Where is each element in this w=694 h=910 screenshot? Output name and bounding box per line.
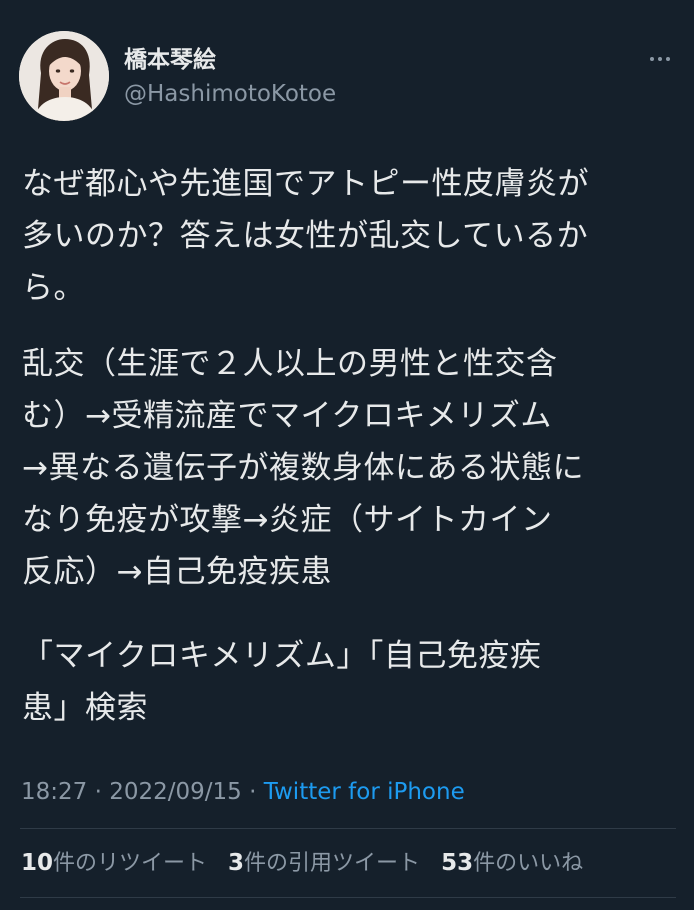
divider [20,828,676,829]
likes-stat[interactable]: 53件のいいね [441,850,584,876]
more-horizontal-icon-dot [666,57,670,61]
likes-label: 件のいいね [473,851,584,876]
display-name[interactable]: 橋本琴絵 [124,45,216,75]
user-handle[interactable]: @HashimotoKotoe [124,79,336,109]
retweets-label: 件のリツイート [53,851,208,876]
divider [20,897,676,898]
avatar[interactable] [19,31,109,121]
meta-separator: · [87,779,110,805]
quotes-count: 3 [228,850,245,876]
retweets-stat[interactable]: 10件のリツイート [21,850,208,876]
tweet-date[interactable]: 2022/09/15 [109,779,242,805]
meta-separator: · [241,779,264,805]
tweet-text-paragraph: なぜ都心や先進国でアトピー性皮膚炎が 多いのか？答えは女性が乱交しているか ら。 [22,166,589,306]
retweets-count: 10 [21,850,54,876]
tweet-time[interactable]: 18:27 [21,779,87,805]
quotes-label: 件の引用ツイート [244,851,421,876]
more-options-button[interactable] [644,46,676,72]
likes-count: 53 [441,850,474,876]
tweet-text-paragraph: 「マイクロキメリズム」「自己免疫疾 患」検索 [22,638,542,726]
more-horizontal-icon [650,57,654,61]
tweet-text-paragraph: 乱交（生涯で２人以上の男性と性交含 む）→受精流産でマイクロキメリズム →異なる… [22,346,584,590]
tweet-source-link[interactable]: Twitter for iPhone [264,779,465,805]
more-horizontal-icon-dot [658,57,662,61]
tweet-metadata: 18:27 · 2022/09/15 · Twitter for iPhone [21,777,465,807]
quotes-stat[interactable]: 3件の引用ツイート [228,850,421,876]
avatar-photo [19,31,109,121]
engagement-stats: 10件のリツイート 3件の引用ツイート 53件のいいね [21,848,597,879]
tweet-card: 橋本琴絵 @HashimotoKotoe なぜ都心や先進国でアトピー性皮膚炎が … [0,0,694,910]
